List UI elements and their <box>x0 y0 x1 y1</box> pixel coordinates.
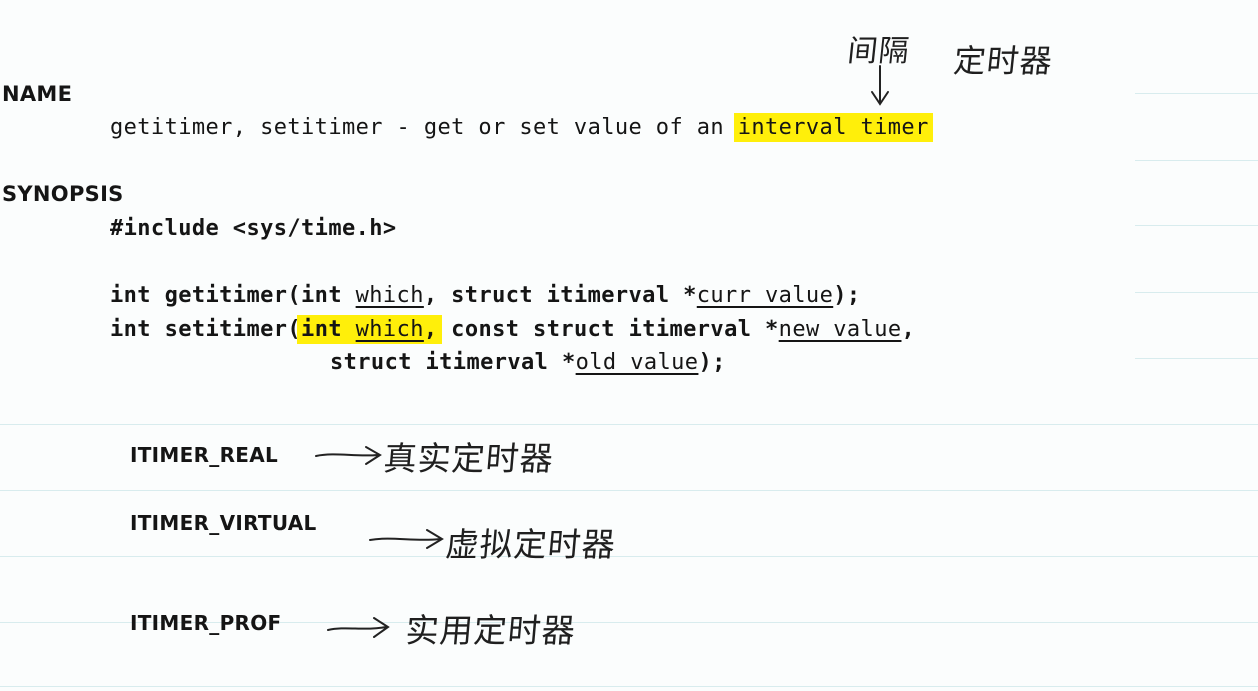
annotation-arrows <box>315 446 444 638</box>
